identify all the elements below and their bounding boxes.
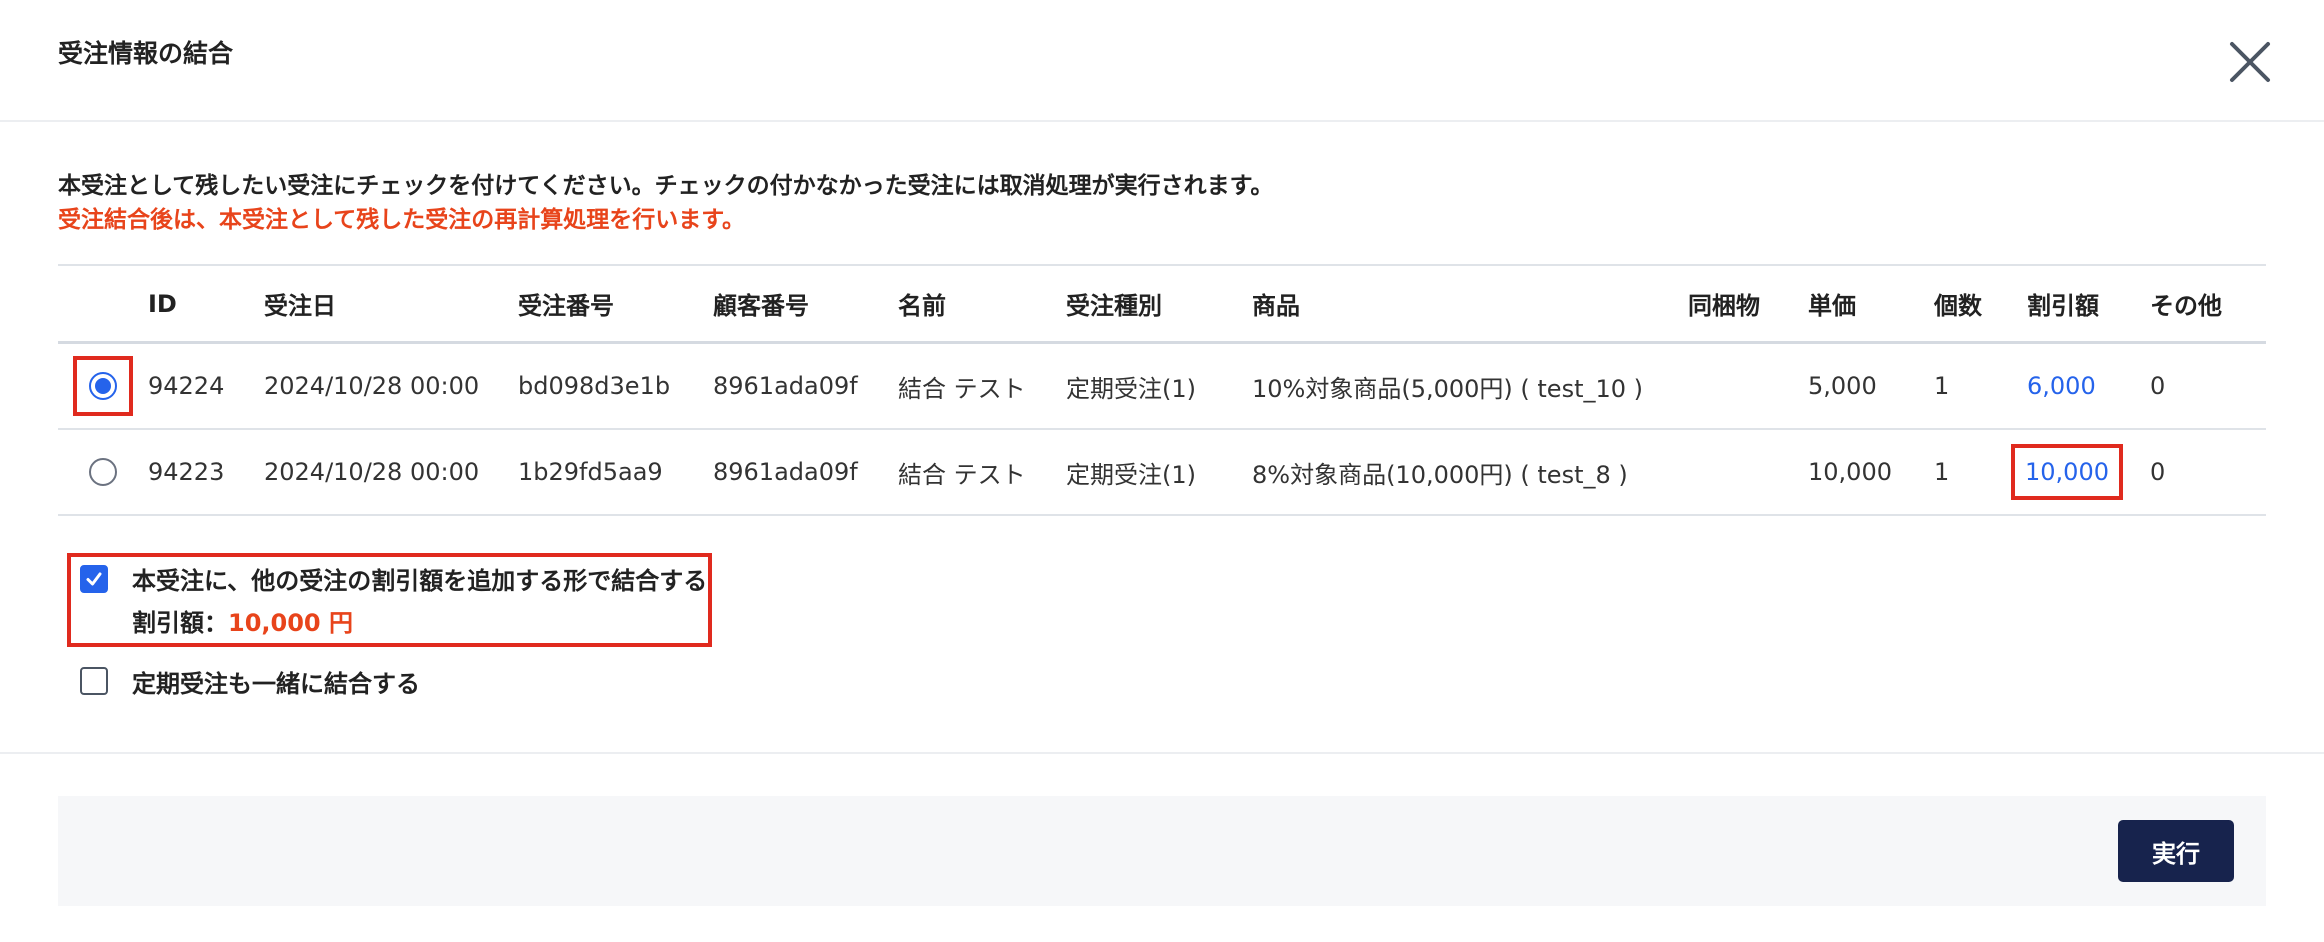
cell-discount: 10,000 [2011, 430, 2123, 514]
header-other: その他 [2150, 292, 2222, 320]
merge-discount-checkbox[interactable] [80, 565, 108, 593]
cell-id: 94224 [148, 372, 225, 400]
header-name: 名前 [898, 292, 946, 320]
cell-quantity: 1 [1934, 372, 1950, 400]
cell-order-number: 1b29fd5aa9 [518, 458, 663, 486]
cell-other: 0 [2150, 372, 2166, 400]
footer-divider [0, 752, 2324, 754]
order-select-radio[interactable] [89, 458, 117, 486]
header-order-type: 受注種別 [1066, 292, 1162, 320]
warning-text: 受注結合後は、本受注として残した受注の再計算処理を行います。 [58, 207, 746, 233]
close-icon [2230, 42, 2270, 82]
cell-unit-price: 10,000 [1808, 458, 1892, 486]
discount-link[interactable]: 10,000 [2025, 458, 2109, 486]
header-discount: 割引額 [2027, 292, 2099, 320]
instruction-text: 本受注として残したい受注にチェックを付けてください。チェックの付かなかった受注に… [58, 173, 1274, 199]
cell-quantity: 1 [1934, 458, 1950, 486]
table-row[interactable]: 94223 2024/10/28 00:00 1b29fd5aa9 8961ad… [58, 430, 2266, 516]
header-customer-number: 顧客番号 [713, 292, 809, 320]
merge-discount-label: 本受注に、他の受注の割引額を追加する形で結合する [132, 567, 708, 595]
merge-subscription-checkbox[interactable] [80, 667, 108, 695]
merge-subscription-label: 定期受注も一緒に結合する [132, 670, 420, 698]
cell-order-type: 定期受注(1) [1066, 460, 1196, 489]
dialog-title: 受注情報の結合 [58, 39, 234, 68]
cell-customer-number: 8961ada09f [713, 458, 858, 486]
dialog-footer [58, 796, 2266, 906]
close-button[interactable] [2222, 34, 2278, 90]
header-bundled: 同梱物 [1688, 292, 1760, 320]
cell-order-date: 2024/10/28 00:00 [264, 372, 480, 400]
discount-summary-amount: 10,000 円 [228, 609, 353, 637]
header-order-number: 受注番号 [518, 292, 614, 320]
cell-product: 8%対象商品(10,000円) ( test_8 ) [1252, 460, 1628, 489]
row-select-cell [58, 344, 148, 428]
dialog-header: 受注情報の結合 [0, 0, 2324, 122]
merge-orders-dialog: 受注情報の結合 本受注として残したい受注にチェックを付けてください。チェックの付… [0, 0, 2324, 942]
cell-unit-price: 5,000 [1808, 372, 1877, 400]
highlight-frame: 10,000 [2011, 444, 2123, 500]
cell-customer-number: 8961ada09f [713, 372, 858, 400]
cell-name: 結合 テスト [898, 460, 1026, 489]
discount-summary: 割引額：10,000 円 [132, 603, 353, 638]
header-order-date: 受注日 [264, 292, 336, 320]
cell-order-type: 定期受注(1) [1066, 374, 1196, 403]
header-select [58, 266, 148, 341]
header-id: ID [148, 289, 177, 318]
header-unit-price: 単価 [1808, 292, 1856, 320]
header-product: 商品 [1252, 292, 1300, 320]
cell-discount: 6,000 [2027, 344, 2096, 428]
cell-id: 94223 [148, 458, 225, 486]
cell-other: 0 [2150, 458, 2166, 486]
orders-table: ID 受注日 受注番号 顧客番号 名前 受注種別 商品 同梱物 単価 個数 割引… [58, 264, 2266, 516]
cell-order-date: 2024/10/28 00:00 [264, 458, 480, 486]
header-quantity: 個数 [1934, 292, 1982, 320]
table-row[interactable]: 94224 2024/10/28 00:00 bd098d3e1b 8961ad… [58, 344, 2266, 430]
cell-product: 10%対象商品(5,000円) ( test_10 ) [1252, 374, 1644, 403]
checkmark-icon [86, 572, 102, 586]
discount-link[interactable]: 6,000 [2027, 372, 2096, 400]
discount-summary-label: 割引額： [132, 609, 228, 637]
order-select-radio[interactable] [89, 372, 117, 400]
table-header: ID 受注日 受注番号 顧客番号 名前 受注種別 商品 同梱物 単価 個数 割引… [58, 264, 2266, 344]
highlight-frame [73, 356, 133, 416]
execute-button[interactable]: 実行 [2118, 820, 2234, 882]
cell-name: 結合 テスト [898, 374, 1026, 403]
cell-order-number: bd098d3e1b [518, 372, 671, 400]
row-select-cell [58, 430, 148, 514]
